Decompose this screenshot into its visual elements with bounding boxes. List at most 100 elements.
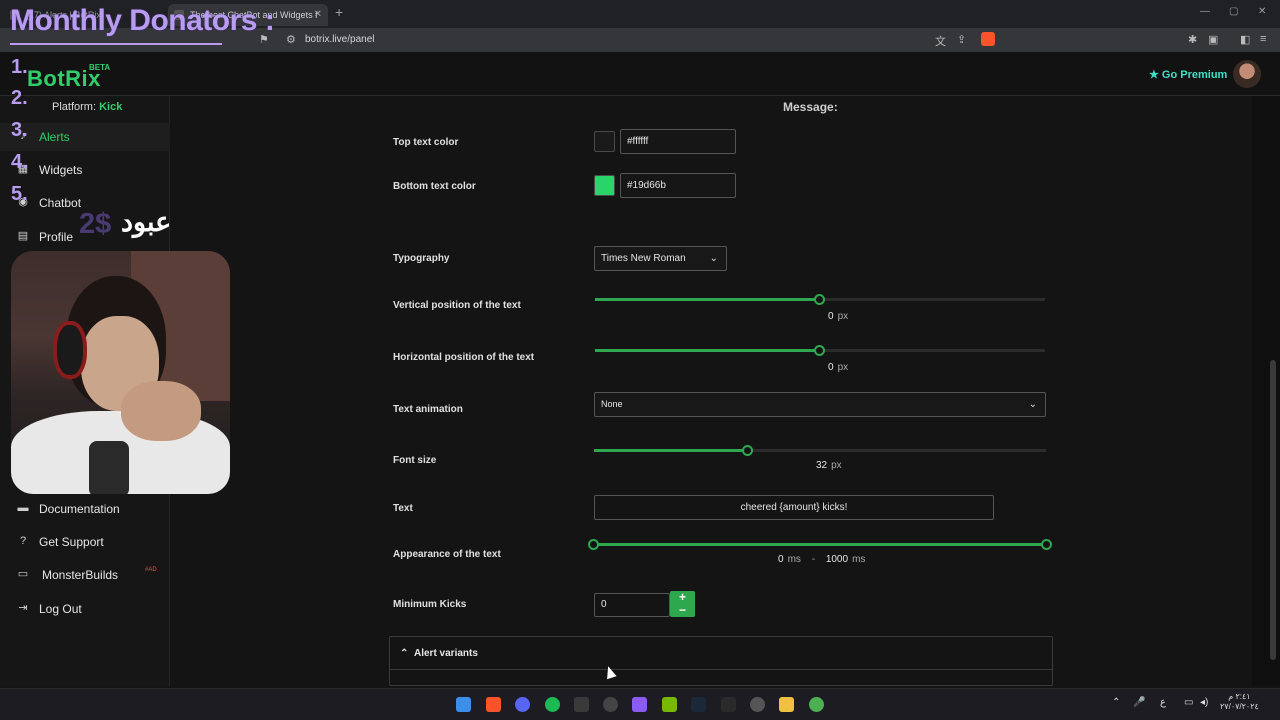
rank-3: 3. (11, 119, 28, 141)
unit-label: ms (852, 554, 866, 565)
appearance-range-slider[interactable] (588, 539, 1052, 550)
close-tab-icon[interactable]: ✕ (314, 4, 322, 26)
vertical-position-slider[interactable] (595, 294, 1045, 305)
rank-1: 1. (11, 56, 28, 78)
profile-card-icon: ▤ (17, 230, 29, 242)
font-size-label: Font size (393, 455, 437, 466)
slider-thumb[interactable] (814, 294, 825, 305)
vertical-position-value: 0 px (828, 311, 848, 322)
message-section-heading: Message: (783, 100, 838, 114)
tray-overflow-icon[interactable]: ⌃ (1112, 697, 1120, 708)
clock-time: ٢:٤١ م (1228, 692, 1251, 701)
extensions-icon[interactable]: ✱ (1188, 33, 1197, 46)
appearance-start-value: 0 (778, 554, 784, 565)
sidebar-item-label: Widgets (39, 163, 83, 177)
alert-variants-label: Alert variants (414, 648, 478, 659)
range-start-thumb[interactable] (588, 539, 599, 550)
obs-icon[interactable] (750, 697, 765, 712)
sidebar-item-label: Get Support (39, 535, 104, 549)
slider-thumb[interactable] (814, 345, 825, 356)
horizontal-position-slider[interactable] (595, 345, 1045, 356)
scrollbar-thumb[interactable] (1270, 360, 1276, 660)
menu-icon[interactable]: ≡ (1260, 33, 1266, 45)
horizontal-position-number: 0 (828, 362, 834, 373)
alert-variants-panel: ⌃ Alert variants (389, 636, 1053, 686)
overlay-underline (10, 43, 222, 45)
xbox-icon[interactable] (574, 697, 589, 712)
decrement-icon[interactable]: − (670, 604, 695, 617)
horizontal-position-value: 0 px (828, 362, 848, 373)
logitech-icon[interactable] (603, 697, 618, 712)
sidebar-item-label: Log Out (39, 602, 82, 616)
taskbar-clock[interactable]: ٢:٤١ م ٢٧/٠٧/٢٠٢٤ (1220, 692, 1259, 712)
bottom-text-color-swatch[interactable] (594, 175, 615, 196)
unit-label: px (837, 311, 849, 322)
new-tab-button[interactable]: + (335, 4, 343, 20)
brave-browser-icon[interactable] (486, 697, 501, 712)
question-circle-icon: ? (19, 535, 27, 547)
top-text-color-swatch[interactable] (594, 131, 615, 152)
close-window-icon[interactable]: ✕ (1258, 6, 1266, 17)
wallet-icon[interactable]: ▣ (1208, 33, 1218, 46)
spotify-icon[interactable] (545, 697, 560, 712)
minimize-window-icon[interactable]: — (1200, 6, 1210, 17)
range-separator: - (811, 554, 816, 565)
share-icon[interactable]: ⇪ (957, 33, 966, 46)
logout-icon: ⇥ (18, 602, 28, 614)
overlay-title: Monthly Donators : (10, 4, 275, 37)
slider-fill (594, 543, 1046, 546)
headset (53, 321, 87, 379)
text-animation-select[interactable]: None ⌄ (594, 392, 1046, 417)
sidebar-item-documentation[interactable]: ▬ Documentation (0, 495, 170, 523)
unit-label: px (831, 460, 842, 471)
maximize-window-icon[interactable]: ▢ (1229, 6, 1238, 17)
network-icon[interactable]: ▭ (1184, 697, 1193, 708)
typography-label: Typography (393, 253, 450, 264)
sidebar-item-get-support[interactable]: ? Get Support (0, 528, 170, 556)
range-end-thumb[interactable] (1041, 539, 1052, 550)
microphone (89, 441, 129, 494)
windows-start-icon[interactable] (456, 697, 471, 712)
sidebar-item-monsterbuilds[interactable]: ▭ MonsterBuilds (0, 561, 170, 589)
alert-variants-toggle[interactable]: ⌃ Alert variants (390, 637, 1052, 670)
top-text-color-label: Top text color (393, 137, 459, 148)
quantity-stepper[interactable]: + − (670, 591, 695, 617)
epic-games-icon[interactable] (721, 697, 736, 712)
minimum-kicks-label: Minimum Kicks (393, 599, 467, 610)
top-text-color-input[interactable]: #ffffff (620, 129, 736, 154)
sidebar-toggle-icon[interactable]: ◧ (1240, 33, 1250, 46)
translate-icon[interactable]: 文 (935, 33, 946, 49)
url-field[interactable]: botrix.live/panel (305, 34, 374, 45)
language-indicator[interactable]: ع (1160, 697, 1166, 708)
text-animation-value: None (601, 399, 623, 409)
nvidia-icon[interactable] (662, 697, 677, 712)
brave-shields-icon[interactable] (981, 32, 995, 46)
donor-amount: 2$ (79, 208, 112, 240)
sidebar-item-log-out[interactable]: ⇥ Log Out (0, 595, 170, 623)
vertical-position-label: Vertical position of the text (393, 300, 521, 311)
chrome-icon[interactable] (809, 697, 824, 712)
slider-fill (595, 298, 820, 301)
bottom-text-color-input[interactable]: #19d66b (620, 173, 736, 198)
volume-icon[interactable]: ◂) (1200, 697, 1208, 708)
discord-icon[interactable] (515, 697, 530, 712)
slider-thumb[interactable] (741, 445, 753, 456)
user-avatar[interactable] (1233, 60, 1261, 88)
minimum-kicks-input[interactable]: 0 (594, 593, 670, 617)
copilot-icon[interactable] (632, 697, 647, 712)
alert-text-input[interactable]: cheered {amount} kicks! (594, 495, 994, 520)
beta-badge: BETA (89, 63, 111, 72)
typography-select[interactable]: Times New Roman ⌄ (594, 246, 727, 271)
appearance-range-value: 0 ms - 1000 ms (778, 554, 865, 565)
font-size-slider[interactable] (594, 445, 1046, 456)
file-explorer-icon[interactable] (779, 697, 794, 712)
sidebar-item-label: Chatbot (39, 196, 82, 210)
ad-badge: #AD (145, 567, 157, 573)
microphone-tray-icon[interactable]: 🎤 (1133, 697, 1145, 708)
go-premium-button[interactable]: ★ Go Premium (1149, 68, 1227, 81)
rank-2: 2. (11, 87, 28, 109)
steam-icon[interactable] (691, 697, 706, 712)
site-info-icon[interactable]: ⚙ (286, 33, 296, 46)
bottom-text-color-label: Bottom text color (393, 181, 476, 192)
platform-value: Kick (99, 101, 123, 113)
